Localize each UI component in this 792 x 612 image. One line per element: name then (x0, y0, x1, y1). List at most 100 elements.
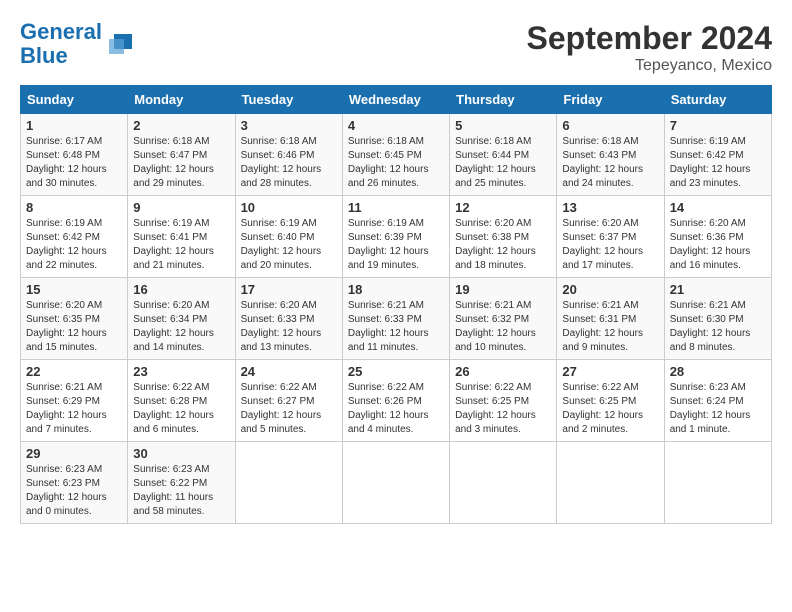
day-cell-18: 18Sunrise: 6:21 AM Sunset: 6:33 PM Dayli… (342, 278, 449, 360)
day-number: 3 (241, 118, 337, 133)
day-info: Sunrise: 6:23 AM Sunset: 6:23 PM Dayligh… (26, 463, 122, 519)
day-info: Sunrise: 6:20 AM Sunset: 6:34 PM Dayligh… (133, 299, 229, 355)
day-cell-25: 25 Sunrise: 6:22 AM Sunset: 6:26 PM Dayli… (342, 360, 449, 442)
day-info: Sunrise: 6:22 AM Sunset: 6:28 PM Dayligh… (133, 381, 229, 437)
day-info: Sunrise: 6:21 AM Sunset: 6:33 PM Dayligh… (348, 299, 444, 355)
day-info: Sunrise: 6:21 AM Sunset: 6:29 PM Dayligh… (26, 381, 122, 437)
day-cell-17: 17 Sunrise: 6:20 AM Sunset: 6:33 PM Dayli… (235, 278, 342, 360)
day-info: Sunrise: 6:19 AM Sunset: 6:39 PM Dayligh… (348, 217, 444, 273)
logo-icon (104, 29, 134, 59)
day-number: 2 (133, 118, 229, 133)
logo-line1: General (20, 19, 102, 44)
day-cell-5: 5 Sunrise: 6:18 AM Sunset: 6:44 PM Daylig… (450, 114, 557, 196)
day-info: Sunrise: 6:20 AM Sunset: 6:38 PM Dayligh… (455, 217, 551, 273)
empty-cell (557, 442, 664, 524)
weekday-header-tuesday: Tuesday (235, 86, 342, 114)
day-info: Sunrise: 6:20 AM Sunset: 6:37 PM Dayligh… (562, 217, 658, 273)
day-cell-10: 10 Sunrise: 6:19 AM Sunset: 6:40 PM Dayli… (235, 196, 342, 278)
week-row-1: 1Sunrise: 6:17 AM Sunset: 6:48 PM Daylig… (21, 114, 772, 196)
day-info: Sunrise: 6:19 AM Sunset: 6:41 PM Dayligh… (133, 217, 229, 273)
empty-cell (664, 442, 771, 524)
day-number: 15 (26, 282, 122, 297)
empty-cell (235, 442, 342, 524)
day-cell-24: 24 Sunrise: 6:22 AM Sunset: 6:27 PM Dayli… (235, 360, 342, 442)
day-cell-8: 8Sunrise: 6:19 AM Sunset: 6:42 PM Daylig… (21, 196, 128, 278)
day-cell-15: 15 Sunrise: 6:20 AM Sunset: 6:35 PM Dayli… (21, 278, 128, 360)
day-info: Sunrise: 6:22 AM Sunset: 6:26 PM Dayligh… (348, 381, 444, 437)
day-cell-26: 26 Sunrise: 6:22 AM Sunset: 6:25 PM Dayli… (450, 360, 557, 442)
day-cell-1: 1Sunrise: 6:17 AM Sunset: 6:48 PM Daylig… (21, 114, 128, 196)
day-info: Sunrise: 6:19 AM Sunset: 6:40 PM Dayligh… (241, 217, 337, 273)
day-cell-11: 11 Sunrise: 6:19 AM Sunset: 6:39 PM Dayli… (342, 196, 449, 278)
day-info: Sunrise: 6:23 AM Sunset: 6:22 PM Dayligh… (133, 463, 229, 519)
day-info: Sunrise: 6:23 AM Sunset: 6:24 PM Dayligh… (670, 381, 766, 437)
day-cell-23: 23Sunrise: 6:22 AM Sunset: 6:28 PM Dayli… (128, 360, 235, 442)
day-number: 5 (455, 118, 551, 133)
day-info: Sunrise: 6:18 AM Sunset: 6:44 PM Dayligh… (455, 135, 551, 191)
header: General Blue September 2024 Tepeyanco, M… (20, 20, 772, 75)
day-number: 6 (562, 118, 658, 133)
day-info: Sunrise: 6:17 AM Sunset: 6:48 PM Dayligh… (26, 135, 122, 191)
day-number: 25 (348, 364, 444, 379)
week-row-2: 8Sunrise: 6:19 AM Sunset: 6:42 PM Daylig… (21, 196, 772, 278)
day-number: 22 (26, 364, 122, 379)
weekday-header-row: SundayMondayTuesdayWednesdayThursdayFrid… (21, 86, 772, 114)
day-cell-19: 19Sunrise: 6:21 AM Sunset: 6:32 PM Dayli… (450, 278, 557, 360)
weekday-header-friday: Friday (557, 86, 664, 114)
day-number: 24 (241, 364, 337, 379)
day-cell-4: 4 Sunrise: 6:18 AM Sunset: 6:45 PM Daylig… (342, 114, 449, 196)
calendar-table: SundayMondayTuesdayWednesdayThursdayFrid… (20, 85, 772, 524)
day-cell-27: 27Sunrise: 6:22 AM Sunset: 6:25 PM Dayli… (557, 360, 664, 442)
weekday-header-monday: Monday (128, 86, 235, 114)
day-number: 10 (241, 200, 337, 215)
day-number: 21 (670, 282, 766, 297)
day-number: 20 (562, 282, 658, 297)
week-row-5: 29 Sunrise: 6:23 AM Sunset: 6:23 PM Dayli… (21, 442, 772, 524)
logo: General Blue (20, 20, 134, 68)
logo-text: General Blue (20, 20, 102, 68)
day-info: Sunrise: 6:21 AM Sunset: 6:31 PM Dayligh… (562, 299, 658, 355)
day-number: 29 (26, 446, 122, 461)
day-info: Sunrise: 6:21 AM Sunset: 6:30 PM Dayligh… (670, 299, 766, 355)
empty-cell (342, 442, 449, 524)
day-info: Sunrise: 6:18 AM Sunset: 6:46 PM Dayligh… (241, 135, 337, 191)
day-number: 17 (241, 282, 337, 297)
day-number: 30 (133, 446, 229, 461)
day-info: Sunrise: 6:18 AM Sunset: 6:45 PM Dayligh… (348, 135, 444, 191)
weekday-header-sunday: Sunday (21, 86, 128, 114)
day-info: Sunrise: 6:22 AM Sunset: 6:25 PM Dayligh… (455, 381, 551, 437)
day-info: Sunrise: 6:20 AM Sunset: 6:35 PM Dayligh… (26, 299, 122, 355)
day-number: 26 (455, 364, 551, 379)
day-cell-28: 28Sunrise: 6:23 AM Sunset: 6:24 PM Dayli… (664, 360, 771, 442)
day-cell-29: 29 Sunrise: 6:23 AM Sunset: 6:23 PM Dayli… (21, 442, 128, 524)
location-title: Tepeyanco, Mexico (527, 57, 772, 75)
day-number: 27 (562, 364, 658, 379)
day-cell-22: 22 Sunrise: 6:21 AM Sunset: 6:29 PM Dayli… (21, 360, 128, 442)
logo-line2: Blue (20, 43, 68, 68)
day-cell-7: 7Sunrise: 6:19 AM Sunset: 6:42 PM Daylig… (664, 114, 771, 196)
day-info: Sunrise: 6:21 AM Sunset: 6:32 PM Dayligh… (455, 299, 551, 355)
day-number: 13 (562, 200, 658, 215)
day-number: 4 (348, 118, 444, 133)
day-cell-9: 9Sunrise: 6:19 AM Sunset: 6:41 PM Daylig… (128, 196, 235, 278)
day-cell-13: 13 Sunrise: 6:20 AM Sunset: 6:37 PM Dayli… (557, 196, 664, 278)
day-number: 11 (348, 200, 444, 215)
day-cell-14: 14Sunrise: 6:20 AM Sunset: 6:36 PM Dayli… (664, 196, 771, 278)
day-info: Sunrise: 6:20 AM Sunset: 6:33 PM Dayligh… (241, 299, 337, 355)
day-info: Sunrise: 6:18 AM Sunset: 6:47 PM Dayligh… (133, 135, 229, 191)
title-area: September 2024 Tepeyanco, Mexico (527, 20, 772, 75)
day-cell-6: 6Sunrise: 6:18 AM Sunset: 6:43 PM Daylig… (557, 114, 664, 196)
day-info: Sunrise: 6:22 AM Sunset: 6:27 PM Dayligh… (241, 381, 337, 437)
day-number: 8 (26, 200, 122, 215)
day-cell-12: 12 Sunrise: 6:20 AM Sunset: 6:38 PM Dayli… (450, 196, 557, 278)
month-title: September 2024 (527, 20, 772, 57)
day-cell-30: 30 Sunrise: 6:23 AM Sunset: 6:22 PM Dayli… (128, 442, 235, 524)
day-cell-21: 21 Sunrise: 6:21 AM Sunset: 6:30 PM Dayli… (664, 278, 771, 360)
weekday-header-wednesday: Wednesday (342, 86, 449, 114)
day-number: 12 (455, 200, 551, 215)
day-info: Sunrise: 6:20 AM Sunset: 6:36 PM Dayligh… (670, 217, 766, 273)
day-info: Sunrise: 6:19 AM Sunset: 6:42 PM Dayligh… (670, 135, 766, 191)
day-number: 16 (133, 282, 229, 297)
day-cell-3: 3 Sunrise: 6:18 AM Sunset: 6:46 PM Daylig… (235, 114, 342, 196)
weekday-header-saturday: Saturday (664, 86, 771, 114)
